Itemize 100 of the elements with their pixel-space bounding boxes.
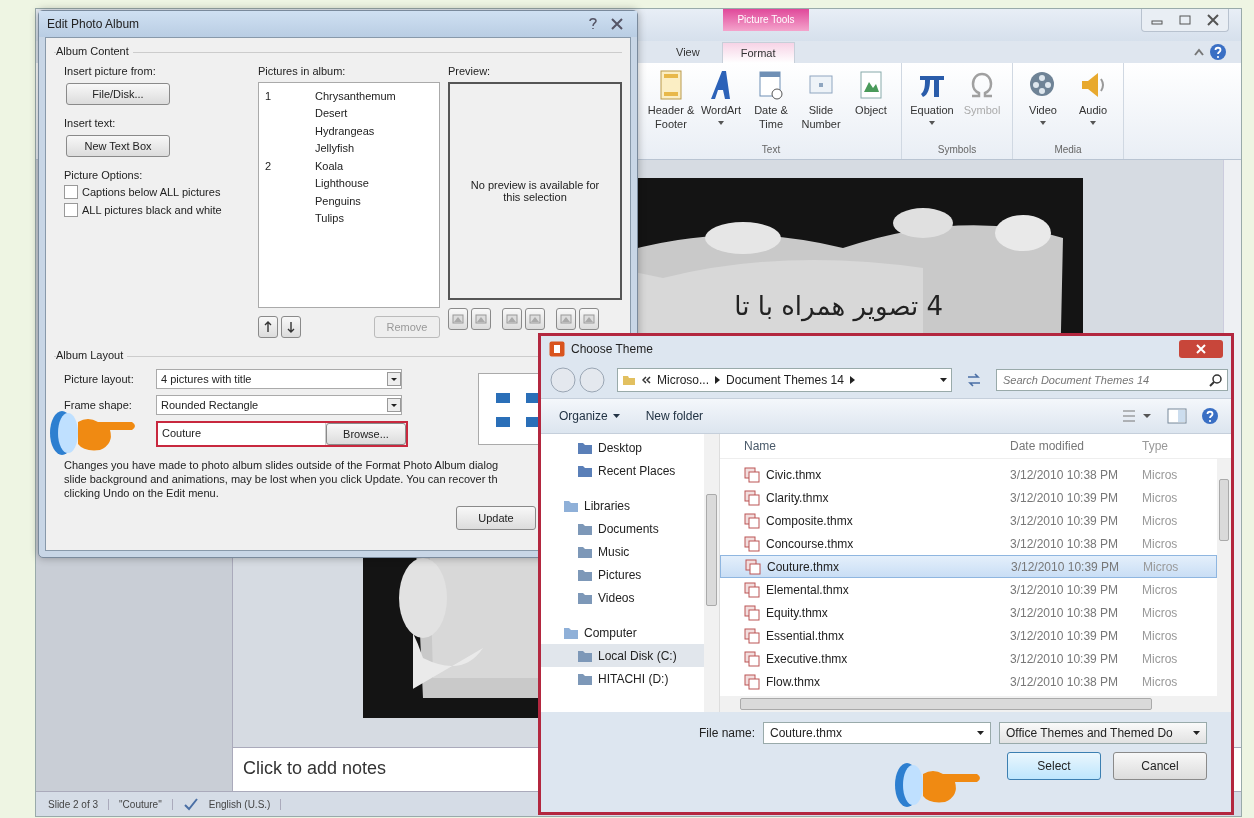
nav-item[interactable]: Computer xyxy=(541,621,704,644)
folder-icon xyxy=(577,648,593,663)
nav-item[interactable]: Videos xyxy=(541,586,704,609)
theme-field[interactable]: Couture xyxy=(158,423,326,445)
field-label: Insert picture from: xyxy=(64,65,157,77)
update-button[interactable]: Update xyxy=(456,506,536,531)
nav-item[interactable]: Desktop xyxy=(541,436,704,459)
new-folder-button[interactable]: New folder xyxy=(639,408,710,424)
ribbon-tab[interactable]: View xyxy=(658,42,718,62)
file-name: Essential.thmx xyxy=(766,628,845,643)
cancel-button[interactable]: Cancel xyxy=(1113,752,1207,780)
move-up-button[interactable] xyxy=(258,316,278,338)
file-type: Micros xyxy=(1142,536,1179,551)
ribbon-command[interactable]: Audio xyxy=(1069,67,1117,144)
file-row[interactable]: Essential.thmx 3/12/2010 10:39 PM Micros xyxy=(720,624,1217,647)
file-name-field[interactable]: Couture.thmx xyxy=(763,722,991,744)
column-header[interactable]: Name xyxy=(720,439,1010,453)
file-type-dropdown[interactable]: Office Themes and Themed Do xyxy=(999,722,1207,744)
image-tool-button[interactable] xyxy=(471,308,491,330)
file-row[interactable]: Civic.thmx 3/12/2010 10:38 PM Micros xyxy=(720,463,1217,486)
file-date: 3/12/2010 10:39 PM xyxy=(1010,490,1120,505)
scrollbar[interactable] xyxy=(704,434,719,712)
list-item[interactable]: 2 Koala xyxy=(265,157,433,175)
file-date: 3/12/2010 10:38 PM xyxy=(1010,467,1120,482)
ribbon-tab[interactable]: Format xyxy=(721,41,795,63)
field-label: Frame shape: xyxy=(64,399,133,411)
nav-item[interactable]: Recent Places xyxy=(541,459,704,482)
help-icon[interactable] xyxy=(1209,43,1227,61)
list-item[interactable]: Tulips xyxy=(265,209,433,227)
checkbox[interactable] xyxy=(64,203,78,217)
caret-icon[interactable] xyxy=(940,378,947,382)
contextual-tab-label: Picture Tools xyxy=(723,9,809,31)
image-tool-button[interactable] xyxy=(502,308,522,330)
list-item[interactable]: Lighthouse xyxy=(265,174,433,192)
file-row[interactable]: Concourse.thmx 3/12/2010 10:38 PM Micros xyxy=(720,532,1217,555)
list-item[interactable]: Desert xyxy=(265,104,433,122)
status-text: English (U.S.) xyxy=(208,798,282,810)
file-disk-button[interactable]: File/Disk... xyxy=(66,83,170,105)
folder-icon xyxy=(563,498,579,513)
address-bar[interactable]: Microso... Document Themes 14 xyxy=(617,368,952,392)
search-field[interactable]: Search Document Themes 14 xyxy=(996,369,1228,391)
file-row[interactable]: Executive.thmx 3/12/2010 10:39 PM Micros xyxy=(720,647,1217,670)
caret-up-icon[interactable] xyxy=(1193,47,1205,57)
file-row[interactable]: Clarity.thmx 3/12/2010 10:39 PM Micros xyxy=(720,486,1217,509)
list-item[interactable]: Hydrangeas xyxy=(265,122,433,140)
field-label: Insert text: xyxy=(64,117,117,129)
image-adjust-icon xyxy=(560,313,572,325)
picture-layout-dropdown[interactable]: 4 pictures with title xyxy=(156,369,402,389)
folder-icon xyxy=(577,521,593,536)
file-row[interactable]: Composite.thmx 3/12/2010 10:39 PM Micros xyxy=(720,509,1217,532)
browse-button[interactable]: Browse... xyxy=(326,423,406,445)
help-icon[interactable] xyxy=(1201,407,1219,425)
ribbon-command[interactable]: Header & Footer xyxy=(647,67,695,144)
nav-item[interactable]: Libraries xyxy=(541,494,704,517)
close-icon[interactable] xyxy=(1179,340,1223,358)
ribbon-command[interactable]: Equation xyxy=(908,67,956,144)
breadcrumb-item[interactable]: Document Themes 14 xyxy=(726,373,844,387)
breadcrumb-item[interactable]: Microso... xyxy=(657,373,709,387)
nav-item[interactable]: HITACHI (D:) xyxy=(541,667,704,690)
new-text-box-button[interactable]: New Text Box xyxy=(66,135,170,157)
ribbon-command[interactable]: Video xyxy=(1019,67,1067,144)
ribbon-command[interactable]: Date & Time xyxy=(747,67,795,144)
nav-item[interactable]: Documents xyxy=(541,517,704,540)
ribbon-command[interactable]: Object xyxy=(847,67,895,144)
list-item[interactable]: 1 Chrysanthemum xyxy=(265,87,433,105)
scrollbar[interactable] xyxy=(720,696,1231,712)
column-header[interactable]: Date modified xyxy=(1010,439,1142,453)
image-tool-button[interactable] xyxy=(579,308,599,330)
file-row[interactable]: Flow.thmx 3/12/2010 10:38 PM Micros xyxy=(720,670,1217,693)
organize-button[interactable]: Organize xyxy=(553,408,626,424)
select-button[interactable]: Select xyxy=(1007,752,1101,780)
file-type: Micros xyxy=(1142,628,1179,643)
ribbon-command[interactable]: WordArt xyxy=(697,67,745,144)
image-tool-button[interactable] xyxy=(448,308,468,330)
list-item[interactable]: Penguins xyxy=(265,192,433,210)
file-icon xyxy=(744,512,760,529)
scrollbar[interactable] xyxy=(1217,459,1231,696)
frame-shape-dropdown[interactable]: Rounded Rectangle xyxy=(156,395,402,415)
nav-item[interactable]: Pictures xyxy=(541,563,704,586)
view-options-icon[interactable] xyxy=(1121,408,1153,424)
preview-pane-icon[interactable] xyxy=(1167,408,1187,424)
file-icon xyxy=(744,466,760,483)
arrow-right-icon[interactable] xyxy=(849,376,855,384)
list-item[interactable]: Jellyfish xyxy=(265,139,433,157)
file-row[interactable]: Couture.thmx 3/12/2010 10:39 PM Micros xyxy=(720,555,1217,578)
nav-item[interactable]: Local Disk (C:) xyxy=(541,644,704,667)
preview-message: No preview is available for this selection xyxy=(469,179,601,203)
checkbox[interactable] xyxy=(64,185,78,199)
image-tool-button[interactable] xyxy=(525,308,545,330)
arrow-right-icon[interactable] xyxy=(715,376,720,384)
nav-item[interactable]: Music xyxy=(541,540,704,563)
notice-text: Changes you have made to photo album slides outside of the Format Photo Album dialog xyxy=(64,459,499,473)
image-adjust-icon xyxy=(583,313,595,325)
image-tool-button[interactable] xyxy=(556,308,576,330)
ribbon-command[interactable]: Slide Number xyxy=(797,67,845,144)
spellcheck-icon[interactable] xyxy=(182,797,199,811)
file-row[interactable]: Equity.thmx 3/12/2010 10:38 PM Micros xyxy=(720,601,1217,624)
file-row[interactable]: Elemental.thmx 3/12/2010 10:39 PM Micros xyxy=(720,578,1217,601)
folder-icon xyxy=(577,567,593,582)
move-down-button[interactable] xyxy=(281,316,301,338)
